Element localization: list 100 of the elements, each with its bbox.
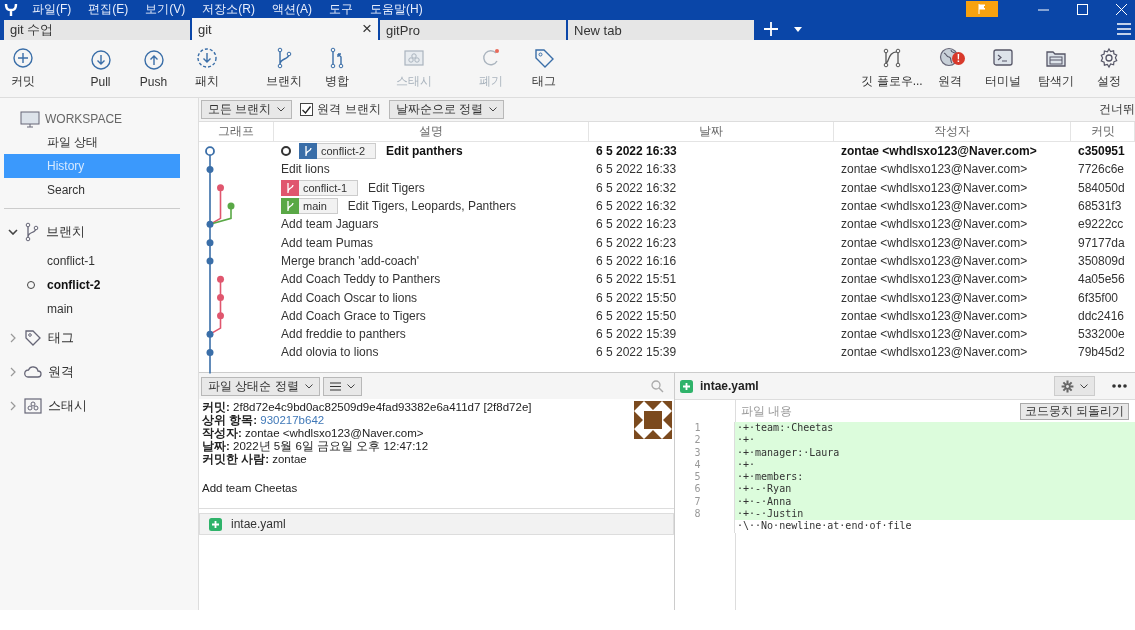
branch-item[interactable]: conflict-1	[0, 249, 198, 273]
author-cell-text: zontae <whdlsxo123@Naver.com>	[840, 162, 1029, 177]
sidebar-section[interactable]: 스태시	[48, 397, 87, 415]
options-dropdown[interactable]	[1054, 376, 1095, 396]
branch-label[interactable]: conflict-2	[299, 143, 377, 160]
caret-icon	[489, 107, 498, 112]
sort-dropdown[interactable]: 날짜순으로 정렬	[388, 100, 505, 119]
remote-branches-checkbox[interactable]: 원격 브랜치	[300, 101, 381, 118]
commit-detail: 커밋: 2f8d72e4c9bd0ac82509d9e4fad93382e6a411d7 [2f8d72e]	[202, 401, 533, 414]
column-header[interactable]: 날짜	[589, 122, 834, 141]
menu-item[interactable]: 저장소(R)	[202, 0, 255, 18]
branch-label[interactable]: conflict-1	[281, 179, 359, 196]
commit-detail: 작성자: zontae <whdlsxo123@Naver.com>	[202, 427, 425, 440]
commit-detail: 날짜: 2022년 5월 6일 금요일 오후 12:47:12	[202, 440, 430, 453]
branch-item[interactable]: main	[0, 297, 198, 321]
close-tab-button[interactable]: ×	[362, 19, 372, 39]
sidebar-item[interactable]: 파일 상태	[4, 130, 180, 154]
checkbox[interactable]	[300, 103, 314, 116]
file-sort-dropdown[interactable]: 파일 상태순 정렬	[201, 376, 320, 396]
chevron-right-icon[interactable]	[10, 333, 16, 343]
toolbar-button[interactable]: 커밋	[0, 40, 46, 97]
tab[interactable]: git ×	[192, 18, 378, 40]
code-line: ·\··No·newline·at·end·of·file	[736, 520, 913, 533]
revert-hunk-button[interactable]: 코드뭉치 되돌리기	[1019, 402, 1129, 420]
tab[interactable]: git 수업	[4, 20, 190, 40]
hunk-header: 파일 내용	[740, 402, 793, 420]
author-cell-text: zontae <whdlsxo123@Naver.com>	[840, 290, 1029, 305]
menu-item[interactable]: 액션(A)	[272, 0, 312, 18]
toolbar-button[interactable]: 원격 !	[923, 40, 976, 97]
author-cell-text: zontae <whdlsxo123@Naver.com>	[840, 144, 1038, 159]
parent-commit-link[interactable]: 930217b642	[260, 414, 325, 426]
toolbar-button[interactable]: 패치	[180, 40, 233, 97]
sidebar-item[interactable]: Search	[4, 178, 180, 202]
maximize-icon[interactable]	[1077, 3, 1088, 15]
view-mode-dropdown[interactable]	[322, 376, 362, 396]
dropdown-icon[interactable]	[794, 26, 802, 32]
commit-hash-cell-text: 533200e	[1077, 327, 1126, 342]
add-tab-icon[interactable]	[764, 22, 778, 36]
file-row[interactable]: intae.yaml	[199, 513, 674, 535]
skip-label[interactable]: 건너뛰	[1099, 101, 1135, 118]
monitor-icon	[20, 110, 40, 128]
tab[interactable]: gitPro	[380, 20, 566, 40]
added-icon	[680, 379, 693, 393]
date-cell-text: 6 5 2022 16:33	[595, 144, 678, 159]
menu-icon[interactable]	[1117, 23, 1131, 35]
menu-item[interactable]: 도움말(H)	[370, 0, 423, 18]
toolbar-button[interactable]: 병합	[310, 40, 363, 97]
plus-circle-icon	[12, 47, 34, 69]
author-cell-text: zontae <whdlsxo123@Naver.com>	[840, 199, 1029, 214]
check-icon	[302, 105, 312, 114]
sidebar-section[interactable]: 원격	[48, 363, 74, 381]
commit-hash-cell-text: 350809d	[1077, 253, 1126, 268]
column-header[interactable]: 그래프	[199, 122, 274, 141]
chevron-right-icon[interactable]	[10, 401, 16, 411]
sidebar-section[interactable]: 태그	[48, 329, 74, 347]
toolbar-button[interactable]: 탐색기	[1029, 40, 1082, 97]
commit-message: Add olovia to lions	[281, 345, 379, 360]
close-icon[interactable]	[1116, 3, 1127, 15]
toolbar-button[interactable]: 깃 플로우...	[861, 40, 923, 97]
commit-message: Add team Cheetas	[202, 482, 299, 495]
commit-message: Merge branch 'add-coach'	[281, 253, 419, 268]
author-cell-text: zontae <whdlsxo123@Naver.com>	[840, 345, 1029, 360]
sidebar-section[interactable]: 브랜치	[46, 223, 85, 241]
tab[interactable]: New tab	[568, 20, 754, 40]
flag-icon	[978, 4, 986, 14]
author-cell-text: zontae <whdlsxo123@Naver.com>	[840, 308, 1029, 323]
chevron-down-icon[interactable]	[8, 229, 18, 235]
settings-icon	[1061, 379, 1074, 393]
menu-item[interactable]: 편집(E)	[88, 0, 129, 18]
commit-message: Add team Jaguars	[281, 217, 379, 232]
stash-icon	[24, 398, 42, 414]
toolbar-button[interactable]: 설정	[1082, 40, 1135, 97]
toolbar-button[interactable]: Push	[127, 40, 180, 97]
branch-label[interactable]: main	[281, 198, 338, 215]
menu-item[interactable]: 파일(F)	[32, 0, 72, 18]
column-header[interactable]: 커밋	[1071, 122, 1135, 141]
chevron-right-icon[interactable]	[10, 367, 16, 377]
column-header[interactable]: 설명	[274, 122, 589, 141]
menu-item[interactable]: 보기(V)	[145, 0, 186, 18]
commit-hash-cell-text: 68531f3	[1077, 199, 1123, 214]
commit-message: Edit Tigers	[368, 180, 425, 195]
toolbar-button[interactable]: 터미널	[976, 40, 1029, 97]
stash-icon	[402, 47, 425, 69]
toolbar-button[interactable]: Pull	[74, 40, 127, 97]
terminal-icon	[991, 47, 1014, 69]
date-cell-text: 6 5 2022 16:32	[595, 180, 678, 195]
more-icon[interactable]	[1112, 384, 1127, 388]
toolbar-button[interactable]: 태그	[517, 40, 570, 97]
branch-item[interactable]: conflict-2	[0, 273, 198, 297]
date-cell-text: 6 5 2022 16:23	[595, 235, 678, 250]
cloud-icon	[24, 365, 42, 379]
toolbar-button[interactable]: 브랜치	[257, 40, 310, 97]
flow-icon	[881, 47, 903, 69]
list-icon	[329, 381, 341, 391]
commit-message: Add Coach Teddy to Panthers	[281, 272, 441, 287]
commit-hash-cell-text: 6f35f00	[1077, 290, 1120, 305]
column-header[interactable]: 작성자	[834, 122, 1071, 141]
branch-dropdown[interactable]: 모든 브랜치	[201, 100, 293, 119]
caret-icon	[277, 107, 286, 112]
menu-item[interactable]: 도구	[329, 0, 353, 18]
